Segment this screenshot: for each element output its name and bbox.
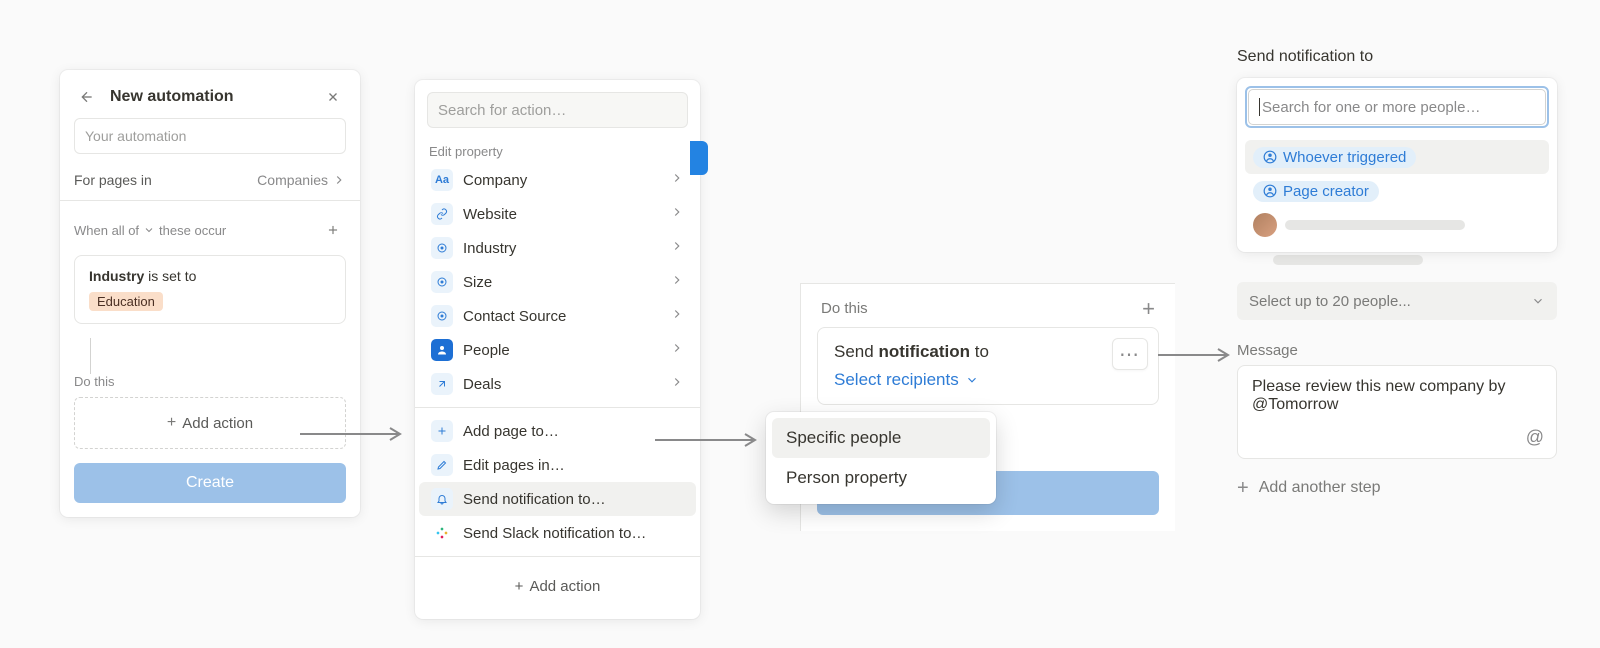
add-trigger-icon[interactable] bbox=[320, 217, 346, 243]
notif-pre: Send bbox=[834, 342, 878, 361]
arrow-icon bbox=[655, 430, 765, 450]
more-icon[interactable]: ⋯ bbox=[1112, 338, 1148, 370]
option-whoever-triggered[interactable]: Whoever triggered bbox=[1245, 140, 1549, 174]
property-website[interactable]: Website bbox=[419, 197, 696, 231]
plus-icon: + bbox=[515, 578, 524, 595]
add-action-footer[interactable]: + Add action bbox=[415, 563, 700, 609]
when-label-post: these occur bbox=[159, 223, 226, 238]
add-action-label: Add action bbox=[182, 415, 253, 432]
select-people-dropdown[interactable]: Select up to 20 people... bbox=[1237, 282, 1557, 320]
people-search-placeholder: Search for one or more people… bbox=[1262, 99, 1480, 116]
trigger-card[interactable]: Industry is set to Education bbox=[74, 255, 346, 324]
property-contact-source[interactable]: Contact Source bbox=[419, 299, 696, 333]
redacted-name bbox=[1285, 220, 1465, 230]
property-company[interactable]: AaCompany bbox=[419, 163, 696, 197]
property-industry[interactable]: Industry bbox=[419, 231, 696, 265]
arrow-icon bbox=[300, 424, 410, 444]
plus-icon: + bbox=[1237, 481, 1249, 495]
scope-value: Companies bbox=[257, 172, 328, 188]
when-label-pre: When all of bbox=[74, 223, 139, 238]
action-search-input[interactable]: Search for action… bbox=[427, 92, 688, 128]
message-label: Message bbox=[1237, 342, 1557, 359]
action-send-notification-to[interactable]: Send notification to… bbox=[419, 482, 696, 516]
property-size[interactable]: Size bbox=[419, 265, 696, 299]
chevron-down-icon[interactable] bbox=[143, 224, 155, 236]
plus-icon: + bbox=[167, 414, 176, 432]
people-search-input[interactable]: Search for one or more people… bbox=[1245, 86, 1549, 128]
option-page-creator[interactable]: Page creator bbox=[1245, 174, 1549, 208]
add-step-icon[interactable]: + bbox=[1142, 302, 1155, 316]
edit-property-group-label: Edit property bbox=[415, 138, 700, 163]
trigger-verb: is set to bbox=[148, 268, 196, 284]
notif-bold: notification bbox=[878, 342, 970, 361]
add-step-label: Add another step bbox=[1259, 479, 1381, 497]
back-icon[interactable] bbox=[74, 84, 100, 110]
arrow-icon bbox=[1158, 345, 1238, 365]
scope-label: For pages in bbox=[74, 172, 152, 188]
recipient-type-popover: Specific people Person property bbox=[766, 412, 996, 504]
option-specific-people[interactable]: Specific people bbox=[772, 418, 990, 458]
option-person-1[interactable] bbox=[1245, 208, 1549, 242]
property-people[interactable]: People bbox=[419, 333, 696, 367]
option-person-property[interactable]: Person property bbox=[772, 458, 990, 498]
select-recipients-link[interactable]: Select recipients bbox=[834, 370, 1142, 390]
trigger-value-tag: Education bbox=[89, 292, 163, 311]
add-action-footer-label: Add action bbox=[529, 578, 600, 595]
create-button[interactable]: Create bbox=[74, 463, 346, 503]
chevron-down-icon bbox=[1531, 294, 1545, 308]
message-text: Please review this new company by @Tomor… bbox=[1252, 378, 1505, 413]
action-edit-pages-in[interactable]: Edit pages in… bbox=[419, 448, 696, 482]
select-recipients-label: Select recipients bbox=[834, 370, 959, 390]
notif-post: to bbox=[975, 342, 989, 361]
message-input[interactable]: Please review this new company by @Tomor… bbox=[1237, 365, 1557, 459]
select-people-label: Select up to 20 people... bbox=[1249, 293, 1411, 310]
action-search-placeholder: Search for action… bbox=[438, 102, 566, 119]
chevron-down-icon bbox=[965, 373, 979, 387]
person-circle-icon bbox=[1263, 150, 1277, 164]
notification-action-card[interactable]: ⋯ Send notification to Select recipients bbox=[817, 327, 1159, 405]
automation-name-input[interactable]: Your automation bbox=[74, 118, 346, 154]
trigger-prop: Industry bbox=[89, 268, 144, 284]
redacted-name bbox=[1273, 255, 1423, 265]
person-circle-icon bbox=[1263, 184, 1277, 198]
mention-icon[interactable]: @ bbox=[1526, 427, 1544, 448]
property-deals[interactable]: Deals bbox=[419, 367, 696, 401]
panel-title: New automation bbox=[110, 88, 234, 106]
send-to-label: Send notification to bbox=[1237, 38, 1557, 78]
avatar bbox=[1253, 213, 1277, 237]
action-send-slack-notification-to[interactable]: Send Slack notification to… bbox=[419, 516, 696, 550]
do-this-label: Do this bbox=[821, 300, 868, 317]
do-this-label: Do this bbox=[60, 374, 360, 397]
create-label: Create bbox=[186, 474, 234, 492]
scope-row[interactable]: For pages in Companies bbox=[60, 164, 360, 196]
automation-name-placeholder: Your automation bbox=[85, 128, 186, 144]
close-icon[interactable] bbox=[320, 84, 346, 110]
add-another-step-button[interactable]: + Add another step bbox=[1237, 479, 1557, 497]
